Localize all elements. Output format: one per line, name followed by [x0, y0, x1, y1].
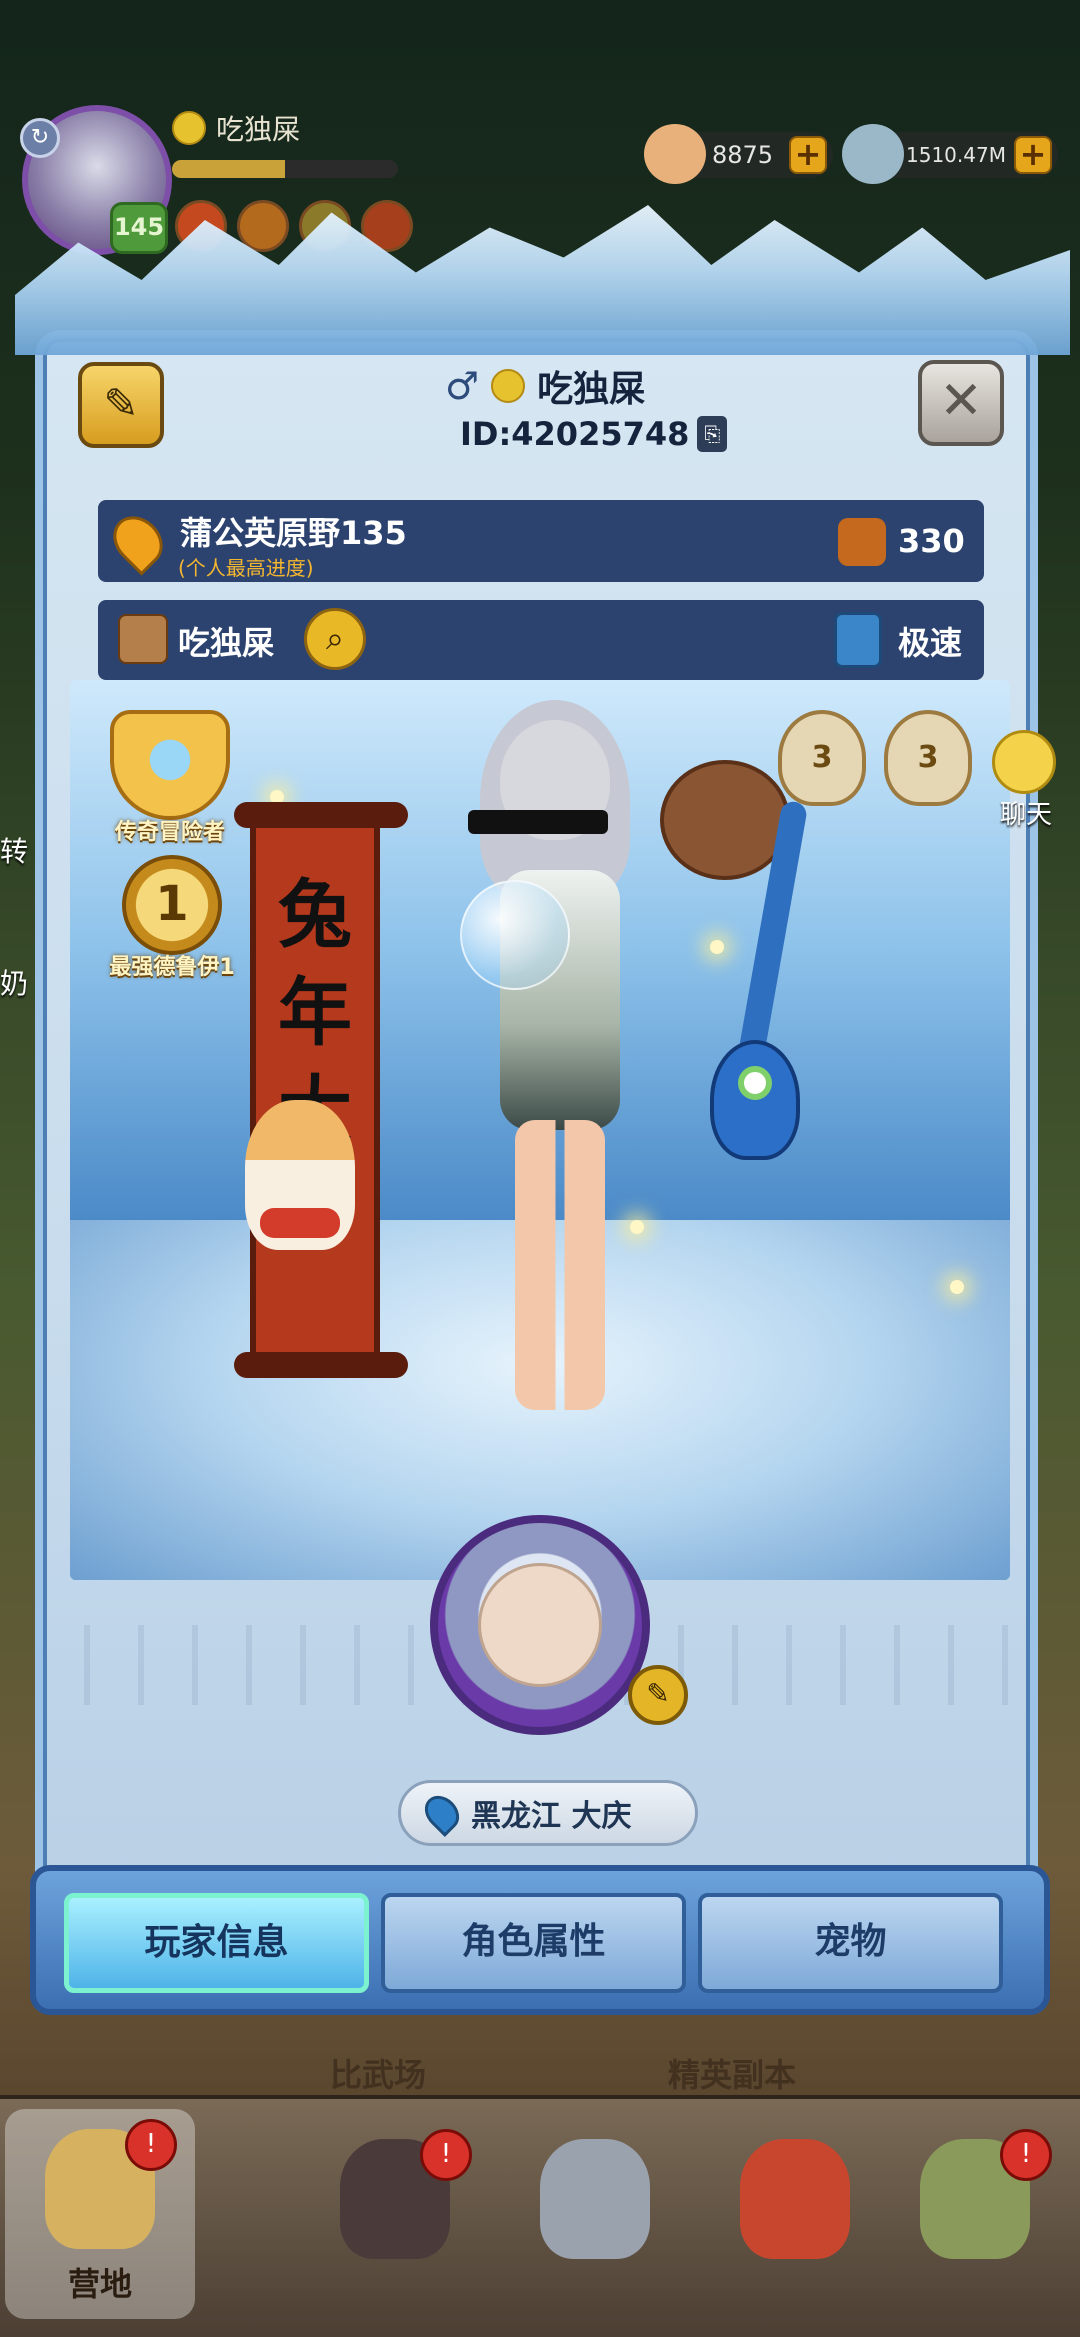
close-button[interactable]: ✕: [918, 360, 1004, 446]
stone-currency-icon: [842, 124, 904, 184]
buff-icon[interactable]: [237, 200, 289, 252]
xp-bar-fill: [172, 160, 285, 178]
dog-scarf: [260, 1208, 340, 1238]
guild-name: 吃独屎: [178, 624, 275, 662]
edit-avatar-icon[interactable]: ✎: [628, 1665, 688, 1725]
nav-boss[interactable]: !: [880, 2119, 1070, 2329]
pet-eye: [738, 1066, 772, 1100]
emblem-badge[interactable]: 3: [884, 710, 972, 806]
nav-camp-label: 营地: [67, 2265, 132, 2303]
copy-icon[interactable]: ⎘: [697, 416, 728, 452]
notification-icon: !: [1000, 2129, 1052, 2181]
badge-legend-label: 传奇冒险者: [114, 820, 225, 845]
monkey-pet: [660, 760, 790, 880]
progress-bar-row: 蒲公英原野135 (个人最高进度) 330: [98, 500, 984, 582]
tab-pets[interactable]: 宠物: [698, 1893, 1003, 1993]
top-hud: ↻ 吃独屎 145 8875 + 1510.47M +: [0, 0, 1080, 270]
refresh-icon[interactable]: ↻: [20, 118, 60, 158]
dragon-icon: [740, 2139, 850, 2259]
hud-name-row: 吃独屎: [172, 108, 300, 148]
side-menu: 转 奶: [0, 830, 28, 1094]
add-currency2-button[interactable]: +: [1013, 136, 1052, 174]
location-text: 黑龙江 大庆: [471, 1799, 632, 1834]
crown-shield-icon: [110, 710, 230, 820]
currency-stone: 1510.47M +: [842, 124, 1058, 184]
player-character: [460, 700, 650, 1410]
chat-label: 聊天: [999, 800, 1052, 830]
region-name: 蒲公英原野135: [180, 514, 407, 552]
rank-medal-icon: 1: [122, 855, 222, 955]
notification-icon: !: [420, 2129, 472, 2181]
chat-bubble-icon: [992, 730, 1056, 794]
guild-row: 吃独屎 ⌕ 极速: [98, 600, 984, 680]
portrait-face: [478, 1563, 602, 1687]
emblem-badge[interactable]: 3: [778, 710, 866, 806]
profile-name: 吃独屎: [537, 369, 646, 410]
region-subtitle: (个人最高进度): [178, 556, 314, 580]
shell-currency-icon: [644, 124, 706, 184]
male-gender-icon: ♂: [445, 364, 480, 408]
sparkle: [710, 940, 724, 954]
side-menu-item[interactable]: 转: [0, 830, 28, 870]
nav-equipment[interactable]: [500, 2119, 690, 2329]
chat-button[interactable]: 聊天: [972, 730, 1080, 831]
elite-dungeon-label: 精英副本: [668, 2056, 797, 2094]
xp-bar: [172, 160, 398, 178]
bubble: [460, 880, 570, 990]
tab-character-attributes[interactable]: 角色属性: [381, 1893, 686, 1993]
notification-icon: !: [125, 2119, 177, 2171]
sparkle: [950, 1280, 964, 1294]
profile-tabs: 玩家信息 角色属性 宠物: [30, 1865, 1050, 2015]
nav-arena[interactable]: !: [300, 2119, 490, 2329]
guild-icon: [118, 614, 168, 664]
edit-profile-button[interactable]: ✎: [78, 362, 164, 448]
profile-title: ♂ 吃独屎: [445, 360, 645, 412]
side-menu-item[interactable]: 奶: [0, 962, 28, 1002]
add-currency1-button[interactable]: +: [789, 136, 828, 174]
blue-pet: [710, 1040, 800, 1160]
emoji-face-icon: [172, 111, 206, 145]
bottom-nav: ! 营地 ! !: [0, 2095, 1080, 2337]
legend-adventurer-badge[interactable]: 传奇冒险者: [100, 710, 240, 846]
player-id: ID:42025748: [460, 415, 690, 453]
currency-gold: 8875 +: [644, 124, 834, 184]
currency1-value: 8875: [712, 141, 774, 169]
location-pill: 黑龙江 大庆: [398, 1780, 698, 1846]
nav-elite[interactable]: [700, 2119, 890, 2329]
badge-rank-label: 最强德鲁伊1: [109, 955, 235, 980]
nav-camp[interactable]: ! 营地: [5, 2109, 195, 2319]
sunglasses: [468, 810, 608, 834]
speed-label: 极速: [898, 624, 963, 662]
character-power-icon: [838, 518, 886, 566]
arena-label: 比武场: [330, 2056, 427, 2094]
search-button[interactable]: ⌕: [304, 608, 366, 670]
location-pin-icon: [103, 506, 173, 576]
speed-icon: [834, 612, 882, 668]
hud-player-name: 吃独屎: [216, 113, 301, 146]
level-badge: 145: [110, 202, 168, 254]
tab-player-info[interactable]: 玩家信息: [64, 1893, 369, 1993]
location-pin-icon: [417, 1788, 467, 1838]
new-year-scroll: 兔年大吉: [234, 802, 408, 1378]
armor-icon: [540, 2139, 650, 2259]
power-value: 330: [898, 522, 965, 560]
rank-badge[interactable]: 1 最强德鲁伊1: [102, 855, 242, 981]
emoji-face-icon: [491, 369, 526, 403]
id-row: ID:42025748 ⎘: [460, 415, 728, 453]
currency2-value: 1510.47M: [906, 143, 1006, 167]
portrait-avatar[interactable]: [430, 1515, 650, 1735]
